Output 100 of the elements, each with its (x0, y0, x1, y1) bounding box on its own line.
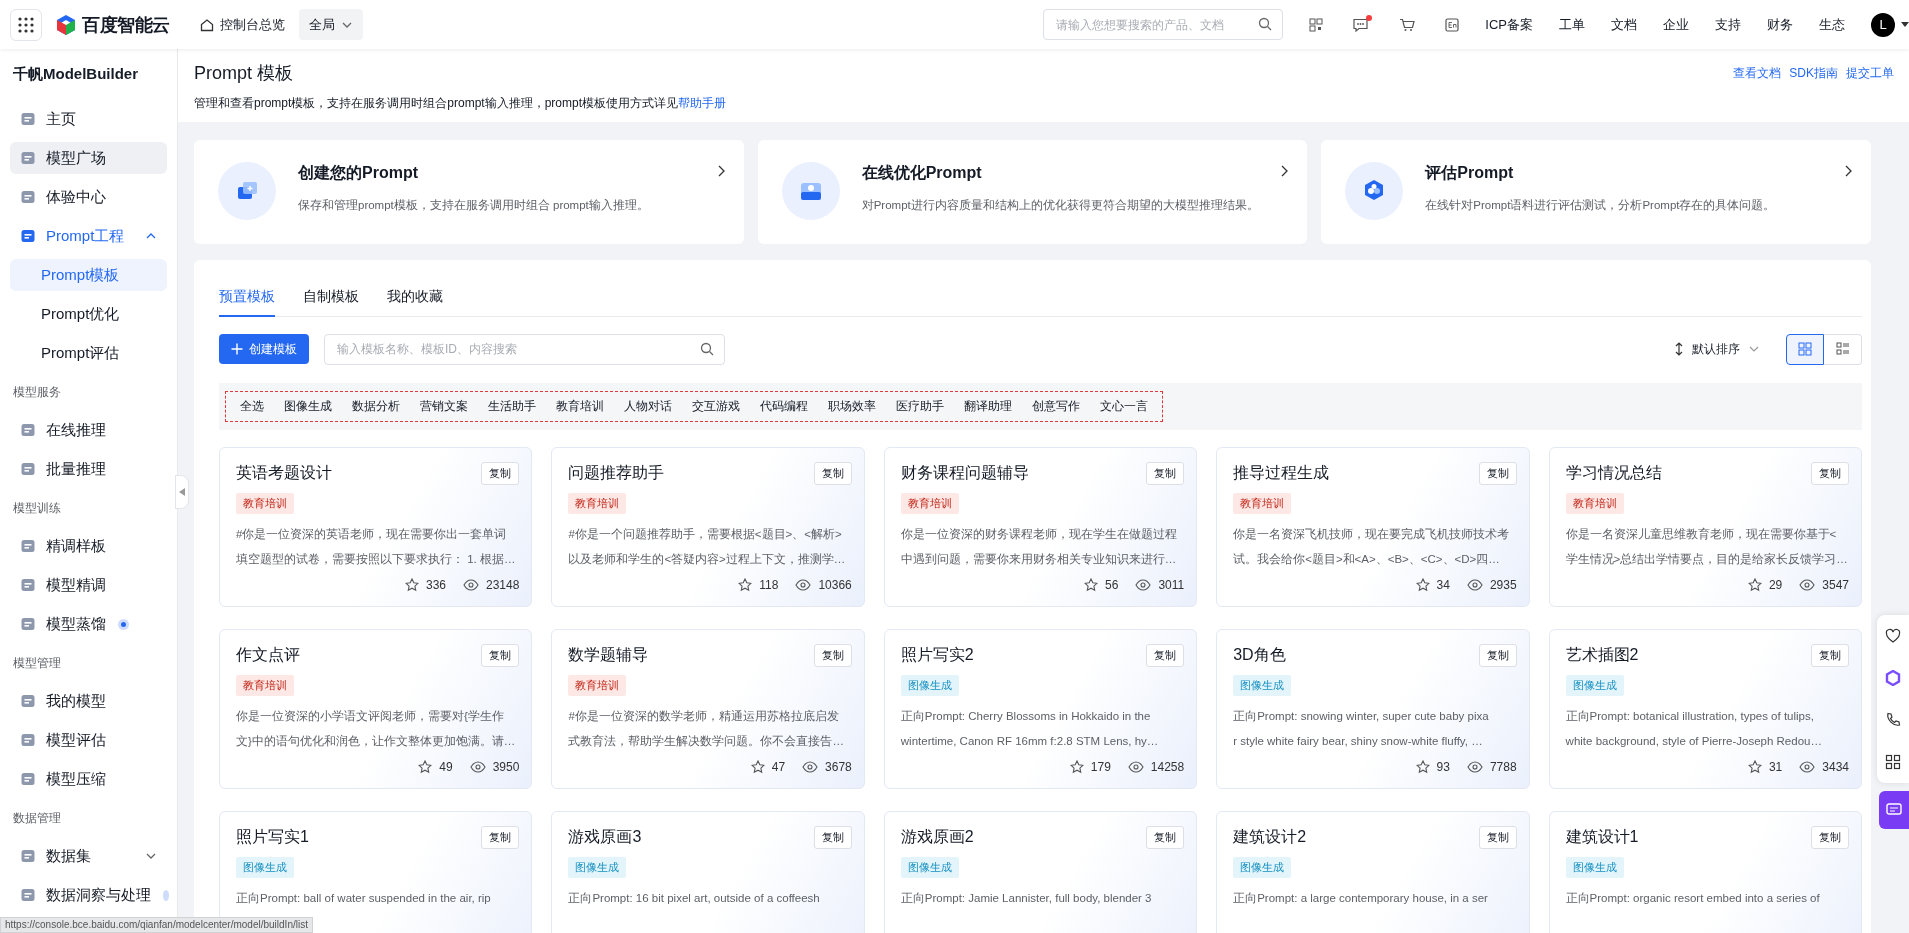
caret-down-icon[interactable] (1901, 21, 1909, 28)
collapse-sidebar-handle[interactable] (175, 475, 189, 509)
qr-code-icon[interactable] (1309, 17, 1324, 32)
category-filter[interactable]: 数据分析 (342, 393, 410, 420)
copy-button[interactable]: 复制 (1146, 462, 1185, 485)
create-template-button[interactable]: 创建模板 (219, 334, 309, 364)
category-filter[interactable]: 创意写作 (1022, 393, 1090, 420)
copy-button[interactable]: 复制 (1478, 644, 1517, 667)
top-nav-link[interactable]: 支持 (1715, 15, 1741, 34)
template-card[interactable]: 问题推荐助手 复制 教育培训 #你是一个问题推荐助手，需要根据<题目>、<解析> 以及老师和学生的<答疑内容>过程上下文，推测学… 118 10366 (551, 447, 865, 607)
top-nav-link[interactable]: 文档 (1611, 15, 1637, 34)
copy-button[interactable]: 复制 (1811, 644, 1849, 667)
copy-button[interactable]: 复制 (1478, 462, 1517, 485)
card-description: 你是一名资深儿童思维教育老师，现在需要你基于< (1565, 526, 1838, 542)
nav-item[interactable]: 体验中心 (10, 181, 167, 213)
copy-button[interactable]: 复制 (1146, 644, 1185, 667)
top-nav-link[interactable]: ICP备案 (1485, 15, 1533, 34)
template-search-field[interactable]: 输入模板名称、模板ID、内容搜索 (324, 333, 725, 365)
copy-button[interactable]: 复制 (481, 826, 520, 849)
template-card[interactable]: 建筑设计2 复制 图像生成 正向Prompt: a large contemporary house, in a ser (1216, 811, 1530, 933)
template-card[interactable]: 游戏原画2 复制 图像生成 正向Prompt: Jamie Lannister, full body, blender 3 (883, 811, 1198, 933)
template-card[interactable]: 数学题辅导 复制 教育培训 #你是一位资深的数学老师，精通运用苏格拉底启发 式教育法，帮助学生解决数学问题。你不会直接告… 47 3678 (551, 629, 865, 789)
feature-card[interactable]: 创建您的Prompt 保存和管理prompt模板，支持在服务调用时组合 prompt输入推理。 (194, 140, 744, 244)
category-filter[interactable]: 代码编程 (750, 393, 818, 420)
top-nav-link[interactable]: 财务 (1767, 15, 1793, 34)
tab[interactable]: 我的收藏 (387, 284, 443, 317)
console-home-link[interactable]: 控制台总览 (199, 15, 285, 34)
copy-button[interactable]: 复制 (1811, 462, 1849, 485)
copy-button[interactable]: 复制 (813, 644, 852, 667)
template-card[interactable]: 英语考题设计 复制 教育培训 #你是一位资深的英语老师，现在需要你出一套单词 填空题型的试卷，需要按照以下要求执行： 1. 根据… 336 23148 (219, 447, 533, 607)
user-avatar[interactable]: L (1871, 12, 1895, 37)
category-filter[interactable]: 营销文案 (410, 393, 478, 420)
favorite-count: 34 (1436, 578, 1450, 592)
nav-item[interactable]: 数据洞察与处理 (10, 879, 167, 911)
nav-item[interactable]: 批量推理 (10, 453, 167, 485)
tab[interactable]: 预置模板 (219, 284, 275, 317)
category-filter[interactable]: 生活助手 (478, 393, 546, 420)
category-filter[interactable]: 交互游戏 (682, 393, 750, 420)
copy-button[interactable]: 复制 (481, 644, 520, 667)
nav-subitem[interactable]: Prompt评估 (10, 337, 167, 369)
card-description: 正向Prompt: a large contemporary house, in a ser (1233, 891, 1489, 906)
help-link[interactable]: 帮助手册 (678, 96, 727, 110)
template-card[interactable]: 作文点评 复制 教育培训 你是一位资深的小学语文评阅老师，需要对{学生作 文}中的语句优化和润色，让作文整体更加饱满。请… 49 3950 (219, 629, 533, 789)
doc-link[interactable]: 提交工单 (1846, 65, 1894, 112)
nav-item[interactable]: Prompt工程 (10, 220, 167, 252)
nav-item[interactable]: 在线推理 (10, 414, 167, 446)
nav-item[interactable]: 模型蒸馏 (10, 608, 167, 640)
nav-item[interactable]: 模型广场 (10, 142, 167, 174)
card-title: 照片写实1 (236, 827, 309, 847)
nav-subitem[interactable]: Prompt模板 (10, 259, 167, 291)
doc-link[interactable]: 查看文档 (1733, 65, 1782, 112)
template-card[interactable]: 游戏原画3 复制 图像生成 正向Prompt: 16 bit pixel art, outside of a coffeesh (551, 811, 865, 933)
copy-button[interactable]: 复制 (1146, 826, 1185, 849)
copy-button[interactable]: 复制 (813, 462, 852, 485)
nav-item[interactable]: 主页 (10, 103, 167, 135)
category-filter[interactable]: 翻译助理 (954, 393, 1022, 420)
feature-card[interactable]: 在线优化Prompt 对Prompt进行内容质量和结构上的优化获得更符合期望的大模型推理结果。 (757, 140, 1308, 244)
translate-icon[interactable] (1445, 17, 1460, 32)
template-card[interactable]: 推导过程生成 复制 教育培训 你是一名资深飞机技师，现在要完成飞机技师技术考 试。我会给你<题目>和<A>、<B>、<C>、<D>四… 34 2935 (1216, 447, 1530, 607)
copy-button[interactable]: 复制 (813, 826, 852, 849)
nav-subitem[interactable]: Prompt优化 (10, 298, 167, 330)
nav-item[interactable]: 模型评估 (10, 724, 167, 756)
template-card[interactable]: 学习情况总结 复制 教育培训 你是一名资深儿童思维教育老师，现在需要你基于< 学生情况>总结出学情要点，目的是给家长反馈学习… 29 3547 (1548, 447, 1862, 607)
nav-item[interactable]: 模型压缩 (10, 763, 167, 795)
copy-button[interactable]: 复制 (481, 462, 520, 485)
template-card[interactable]: 艺术插图2 复制 图像生成 正向Prompt: botanical illustration, types of tulips, white background, style of Pierre-Joseph Redou… 31 3434 (1548, 629, 1862, 789)
search-field[interactable]: 请输入您想要搜索的产品、文档 (1043, 9, 1284, 40)
nav-item[interactable]: 数据集 (10, 840, 167, 872)
tab[interactable]: 自制模板 (303, 284, 359, 317)
chat-button[interactable] (1879, 791, 1909, 829)
template-card[interactable]: 建筑设计1 复制 图像生成 正向Prompt: organic resort embed into a series of (1548, 811, 1862, 933)
nav-label: 模型压缩 (46, 769, 106, 789)
template-card[interactable]: 财务课程问题辅导 复制 教育培训 你是一位资深的财务课程老师，现在学生在做题过程 中遇到问题，需要你来用财务相关专业知识来进行… 56 3011 (883, 447, 1198, 607)
feature-card[interactable]: 评估Prompt 在线针对Prompt语料进行评估测试，分析Prompt存在的具体问题。 (1321, 140, 1871, 244)
region-dropdown[interactable]: 全局 (298, 9, 363, 40)
top-nav-link[interactable]: 生态 (1819, 15, 1845, 34)
category-filter[interactable]: 教育培训 (546, 393, 614, 420)
nav-item[interactable]: 我的模型 (10, 685, 167, 717)
category-filter[interactable]: 医疗助手 (886, 393, 954, 420)
copy-button[interactable]: 复制 (1478, 826, 1517, 849)
category-filter[interactable]: 图像生成 (274, 393, 342, 420)
category-filter[interactable]: 全选 (230, 393, 274, 420)
sort-dropdown[interactable]: 默认排序 (1674, 340, 1760, 358)
card-title: 3D角色 (1233, 645, 1286, 665)
grid-view-button[interactable] (1786, 333, 1824, 365)
top-nav-link[interactable]: 工单 (1559, 15, 1585, 34)
copy-button[interactable]: 复制 (1811, 826, 1849, 849)
eye-icon (1135, 579, 1152, 591)
apps-menu-button[interactable] (10, 8, 42, 41)
message-icon[interactable] (1353, 17, 1370, 32)
template-card[interactable]: 3D角色 复制 图像生成 正向Prompt: snowing winter, super cute baby pixa r style white fairy bear, shiny snow-white fluffy, … 93 7788 (1216, 629, 1530, 789)
cart-icon[interactable] (1399, 17, 1416, 32)
top-nav-link[interactable]: 企业 (1663, 15, 1689, 34)
category-filter[interactable]: 人物对话 (614, 393, 682, 420)
doc-link[interactable]: SDK指南 (1789, 65, 1838, 112)
nav-item[interactable]: 精调样板 (10, 530, 167, 562)
template-card[interactable]: 照片写实2 复制 图像生成 正向Prompt: Cherry Blossoms in Hokkaido in the wintertime, Canon RF 16mm f:2.8 STM Lens, hy… 179 14258 (883, 629, 1198, 789)
nav-item[interactable]: 模型精调 (10, 569, 167, 601)
category-filter[interactable]: 职场效率 (818, 393, 886, 420)
category-filter[interactable]: 文心一言 (1090, 393, 1158, 420)
